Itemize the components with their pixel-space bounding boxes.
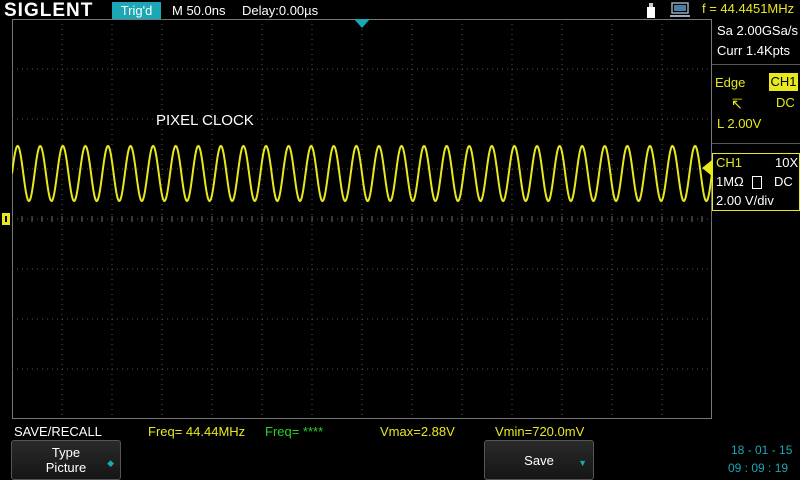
- save-softkey[interactable]: Save ▼: [484, 440, 594, 480]
- knob-arrow-icon: ◆: [107, 458, 114, 468]
- rising-edge-icon: ↸: [731, 96, 743, 112]
- down-arrow-icon: ▼: [578, 458, 587, 468]
- delay-readout: Delay:0.00µs: [242, 3, 319, 18]
- softkey-label: Type: [51, 445, 81, 460]
- trigger-source-badge: CH1: [769, 73, 798, 91]
- trigger-coupling: DC: [776, 95, 795, 110]
- memory-depth: Curr 1.4Kpts: [717, 43, 790, 58]
- timebase-readout: M 50.0ns: [172, 3, 226, 18]
- waveform-label: PIXEL CLOCK: [156, 112, 254, 129]
- measurement-vmax: Vmax=2.88V: [380, 424, 455, 439]
- measurement-vmin: Vmin=720.0mV: [495, 424, 585, 439]
- trigger-status-badge: Trig'd: [112, 2, 161, 19]
- divider: [712, 64, 800, 65]
- divider: [712, 143, 800, 144]
- menu-title: SAVE/RECALL: [14, 424, 102, 439]
- softkey-value: Picture: [45, 460, 87, 475]
- measurement-freq-ch1: Freq= 44.44MHz: [148, 424, 246, 439]
- bandwidth-limit-icon: [752, 176, 762, 189]
- trigger-position-marker[interactable]: [352, 19, 372, 30]
- measurement-freq-2: Freq= ****: [265, 424, 324, 439]
- time-readout: 09 : 09 : 19: [728, 461, 789, 475]
- ch1-offset-marker[interactable]: [2, 212, 12, 226]
- usb-icon: [647, 3, 655, 18]
- frequency-counter: f = 44.4451MHz: [702, 1, 795, 16]
- volts-per-div: 2.00 V/div: [716, 193, 774, 208]
- softkey-label: Save: [524, 453, 554, 468]
- sample-rate: Sa 2.00GSa/s: [717, 23, 798, 38]
- trigger-level: L 2.00V: [717, 116, 762, 131]
- type-softkey[interactable]: Type Picture ◆: [11, 440, 121, 480]
- waveform-display[interactable]: [12, 19, 712, 419]
- probe-attenuation: 10X: [775, 155, 799, 170]
- trigger-type: Edge: [715, 75, 746, 90]
- input-impedance: 1MΩ: [716, 174, 744, 189]
- channel-coupling: DC: [774, 174, 793, 189]
- network-icon: [670, 2, 690, 17]
- channel-name: CH1: [716, 155, 743, 170]
- trigger-level-marker[interactable]: [700, 160, 712, 176]
- date-readout: 18 - 01 - 15: [731, 443, 793, 457]
